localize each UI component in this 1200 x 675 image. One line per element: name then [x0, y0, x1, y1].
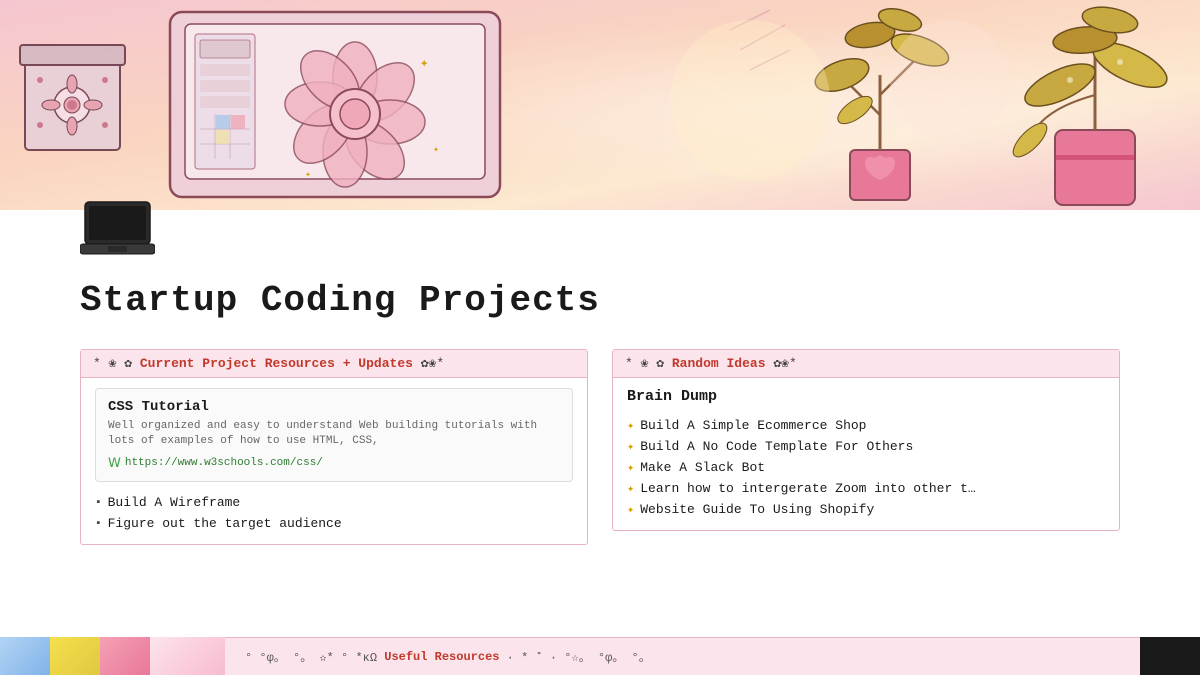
idea-list: ✦ Build A Simple Ecommerce Shop ✦ Build … [627, 415, 1105, 520]
left-section-header: * ❀ ✿ Current Project Resources + Update… [81, 350, 587, 378]
page-container: ✦ ✦ ✦ [0, 0, 1200, 675]
right-header-label: Random Ideas [672, 356, 766, 371]
right-section-header: * ❀ ✿ Random Ideas ✿❀* [613, 350, 1119, 378]
columns-layout: * ❀ ✿ Current Project Resources + Update… [80, 349, 1120, 545]
laptop-icon-wrapper [0, 200, 1200, 260]
right-column: * ❀ ✿ Random Ideas ✿❀* Brain Dump ✦ Buil… [612, 349, 1120, 545]
svg-text:✦: ✦ [305, 170, 311, 181]
left-header-deco-right: ✿❀* [421, 356, 444, 371]
idea-item-5: ✦ Website Guide To Using Shopify [627, 499, 1105, 520]
link-card-title: CSS Tutorial [108, 399, 560, 415]
sparkle-icon-2: ✦ [627, 439, 634, 454]
left-section-body: CSS Tutorial Well organized and easy to … [81, 378, 587, 544]
svg-text:✦: ✦ [433, 145, 439, 156]
thumb-blue [0, 637, 50, 675]
sparkle-icon-4: ✦ [627, 481, 634, 496]
section-subtitle: Brain Dump [627, 388, 1105, 405]
bullet-list: Build A Wireframe Figure out the target … [95, 492, 573, 534]
idea-item-4: ✦ Learn how to intergerate Zoom into oth… [627, 478, 1105, 499]
bullet-item-1: Build A Wireframe [95, 492, 573, 513]
idea-item-3: ✦ Make A Slack Bot [627, 457, 1105, 478]
right-header-deco-left: * ❀ ✿ [625, 356, 664, 371]
bottom-deco-right: · * ˚ · °☆。 °φ。 °。 [507, 648, 651, 665]
thumb-lightpink [150, 637, 225, 675]
idea-item-1: ✦ Build A Simple Ecommerce Shop [627, 415, 1105, 436]
left-section-block: * ❀ ✿ Current Project Resources + Update… [80, 349, 588, 545]
sparkle-icon-5: ✦ [627, 502, 634, 517]
page-title: Startup Coding Projects [80, 280, 1120, 321]
hero-banner: ✦ ✦ ✦ [0, 0, 1200, 210]
sparkle-icon-1: ✦ [627, 418, 634, 433]
bottom-thumbnails [0, 637, 225, 675]
link-card[interactable]: CSS Tutorial Well organized and easy to … [95, 388, 573, 482]
left-header-label: Current Project Resources + Updates [140, 356, 413, 371]
sparkle-icon-3: ✦ [627, 460, 634, 475]
left-header-deco-left: * ❀ ✿ [93, 356, 132, 371]
bullet-item-2: Figure out the target audience [95, 513, 573, 534]
bottom-bar-container: ° °φ。 °。 ✫* ° *κΩ Useful Resources · * ˚… [0, 637, 1200, 675]
right-section-body: Brain Dump ✦ Build A Simple Ecommerce Sh… [613, 378, 1119, 530]
useful-resources-label: Useful Resources [384, 650, 499, 664]
bottom-deco-left: ° °φ。 °。 ✫* ° *κΩ [245, 648, 377, 665]
laptop-icon [80, 200, 155, 260]
useful-resources-bar[interactable]: ° °φ。 °。 ✫* ° *κΩ Useful Resources · * ˚… [225, 637, 1140, 675]
link-card-url[interactable]: https://www.w3schools.com/css/ [108, 456, 560, 471]
idea-item-2: ✦ Build A No Code Template For Others [627, 436, 1105, 457]
link-card-desc: Well organized and easy to understand We… [108, 419, 560, 450]
main-content: Startup Coding Projects * ❀ ✿ Current Pr… [0, 260, 1200, 565]
dark-block [1140, 637, 1200, 675]
svg-text:✦: ✦ [420, 56, 429, 72]
thumb-yellow [50, 637, 100, 675]
right-section-block: * ❀ ✿ Random Ideas ✿❀* Brain Dump ✦ Buil… [612, 349, 1120, 531]
right-header-deco-right: ✿❀* [773, 356, 796, 371]
thumb-pink [100, 637, 150, 675]
left-column: * ❀ ✿ Current Project Resources + Update… [80, 349, 588, 545]
